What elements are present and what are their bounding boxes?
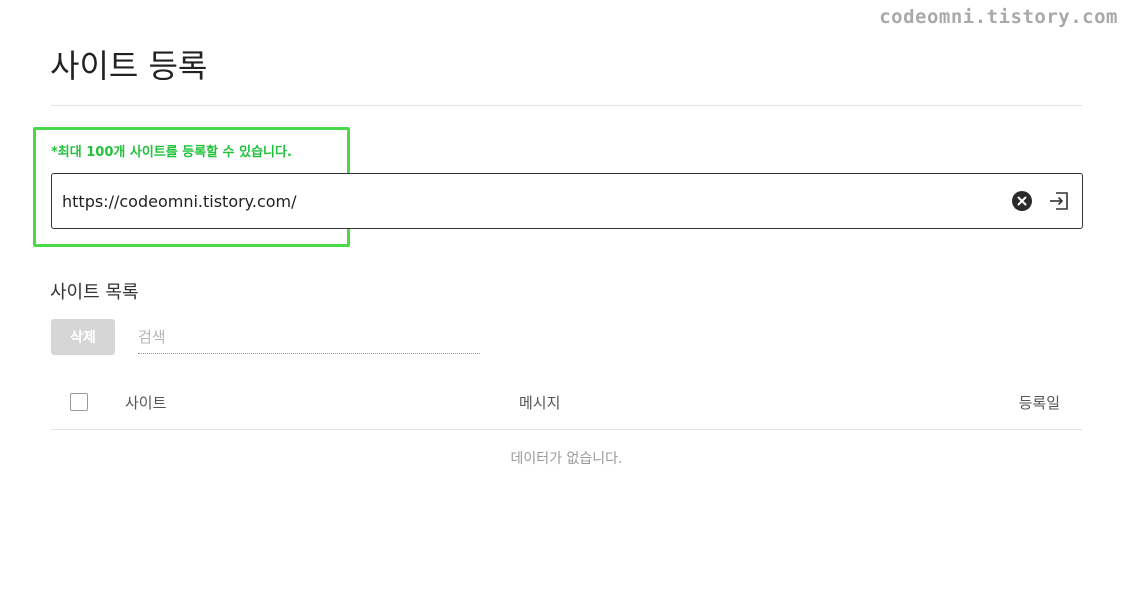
site-list-title: 사이트 목록 <box>50 282 139 303</box>
delete-button[interactable]: 삭제 <box>51 319 115 355</box>
enter-icon[interactable] <box>1048 191 1070 211</box>
site-limit-note: *최대 100개 사이트를 등록할 수 있습니다. <box>51 145 292 160</box>
search-input[interactable] <box>138 321 480 354</box>
watermark: codeomni.tistory.com <box>879 6 1118 28</box>
page-title: 사이트 등록 <box>50 47 208 85</box>
table-header: 사이트 메시지 등록일 <box>51 378 1082 430</box>
column-header-message[interactable]: 메시지 <box>519 392 560 413</box>
title-divider <box>51 105 1082 106</box>
column-header-date[interactable]: 등록일 <box>1019 392 1060 413</box>
clear-icon[interactable] <box>1012 191 1032 211</box>
empty-table-message: 데이터가 없습니다. <box>510 451 623 467</box>
url-field-container <box>51 173 1083 229</box>
site-url-input[interactable] <box>62 174 962 228</box>
column-header-site[interactable]: 사이트 <box>125 392 166 413</box>
select-all-checkbox[interactable] <box>70 393 88 411</box>
